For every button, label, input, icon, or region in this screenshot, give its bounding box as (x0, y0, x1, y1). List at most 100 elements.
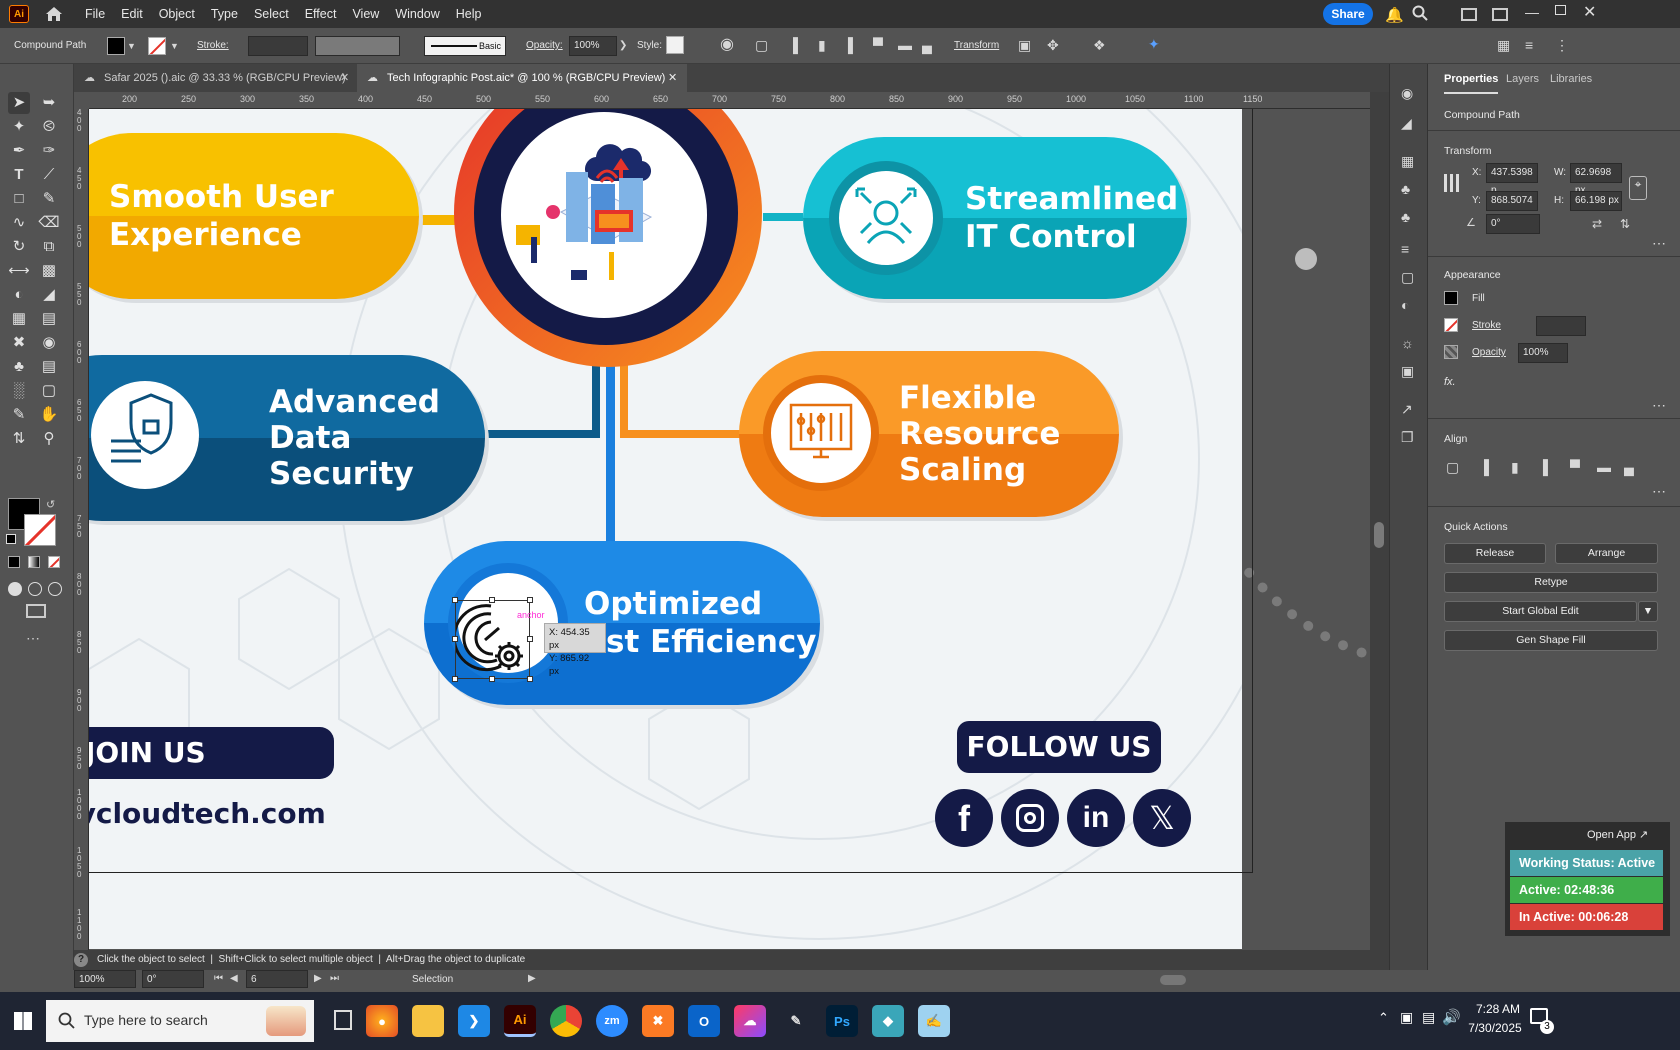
brushes-panel-icon[interactable]: ▦ (1401, 154, 1414, 168)
edit-toolbar-icon[interactable]: ⋯ (26, 630, 40, 647)
align-left-icon[interactable]: ▌ (1484, 460, 1494, 474)
swap-colors-icon[interactable]: ↺ (46, 498, 55, 511)
symbols-panel-icon[interactable]: ♣ (1401, 182, 1410, 196)
outlook-icon[interactable]: O (688, 1005, 720, 1037)
show-hidden-icons[interactable]: ⌃ (1378, 1010, 1389, 1026)
gradient-panel-icon[interactable]: ▢ (1401, 270, 1414, 284)
home-icon[interactable] (45, 6, 63, 22)
workspace-icon[interactable] (1461, 8, 1477, 21)
pen-tool-icon[interactable]: ✎ (780, 1005, 812, 1037)
shaper-tool-icon[interactable]: ∿ (8, 212, 30, 234)
puppet-warp-icon[interactable]: ✥ (1047, 38, 1059, 52)
color-panel-icon[interactable]: ◉ (1401, 86, 1413, 100)
more-options-icon[interactable]: ⋯ (1652, 236, 1666, 250)
style-swatch[interactable] (666, 36, 684, 54)
next-artboard-icon[interactable]: ▶ (314, 972, 322, 986)
speaker-icon[interactable]: 🔊 (1442, 1008, 1461, 1026)
creative-cloud-icon[interactable]: ☁ (734, 1005, 766, 1037)
artboards-panel-icon[interactable]: ❐ (1401, 430, 1414, 444)
xampp-icon[interactable]: ✖ (642, 1005, 674, 1037)
chevron-down-icon[interactable]: ▼ (127, 39, 136, 53)
horizontal-scroll-thumb[interactable] (1160, 975, 1186, 985)
rotate-tool-icon[interactable]: ↻ (8, 236, 30, 258)
release-button[interactable]: Release (1444, 543, 1546, 564)
fill-swatch[interactable] (1444, 291, 1458, 305)
more-options-icon[interactable]: ⋯ (1652, 398, 1666, 412)
tab-layers[interactable]: Layers (1506, 64, 1539, 94)
windows-start-icon[interactable] (14, 1012, 32, 1030)
flip-vertical-icon[interactable]: ⇅ (1620, 217, 1630, 231)
tab-close-icon[interactable]: ✕ (668, 64, 677, 92)
constrain-proportions-icon[interactable]: ⌖ (1629, 176, 1647, 200)
align-bottom-icon[interactable]: ▄ (1624, 460, 1634, 474)
status-menu-icon[interactable]: ▶ (528, 972, 536, 986)
menu-file[interactable]: File (77, 0, 113, 28)
bell-icon[interactable]: 🔔 (1385, 6, 1404, 24)
default-colors-icon[interactable] (6, 534, 16, 544)
column-graph-icon[interactable]: ▤ (38, 356, 60, 378)
prev-artboard-icon[interactable]: ◀ (230, 972, 238, 986)
eyedropper-tool-icon[interactable]: ✖ (8, 332, 30, 354)
flip-horizontal-icon[interactable]: ⇄ (1592, 217, 1602, 231)
pen-tool-icon[interactable]: ✒ (8, 140, 30, 162)
tab-safar-2025[interactable]: ☁ Safar 2025 ().aic @ 33.33 % (RGB/CPU P… (74, 64, 357, 92)
type-tool-icon[interactable]: T (8, 164, 30, 186)
mesh-tool-icon[interactable]: ▦ (8, 308, 30, 330)
illustrator-icon[interactable]: Ai (504, 1005, 536, 1037)
graph-tool-icon[interactable]: ░ (8, 380, 30, 402)
free-transform-icon[interactable]: ▩ (38, 260, 60, 282)
stroke-weight-field[interactable] (1536, 316, 1586, 336)
close-icon[interactable]: ✕ (1583, 2, 1596, 22)
vertical-scrollbar[interactable] (1370, 92, 1389, 970)
tab-close-icon[interactable]: ✕ (340, 64, 349, 92)
tab-libraries[interactable]: Libraries (1550, 64, 1592, 94)
menu-help[interactable]: Help (448, 0, 490, 28)
variable-width-field[interactable] (315, 36, 400, 56)
canvas[interactable]: Smooth User Experience Streamlined IT Co… (89, 109, 1370, 970)
scale-tool-icon[interactable]: ⧉ (38, 236, 60, 258)
draw-behind-icon[interactable] (28, 582, 42, 596)
curvature-tool-icon[interactable]: ✑ (38, 140, 60, 162)
stroke-panel-icon[interactable]: ≡ (1401, 242, 1409, 256)
blend-tool-icon[interactable]: ◉ (38, 332, 60, 354)
help-icon[interactable]: ? (74, 953, 88, 967)
last-artboard-icon[interactable]: ⏭ (330, 972, 339, 986)
y-field[interactable]: 868.5074 p (1486, 191, 1538, 224)
isolate-icon[interactable]: ▣ (1018, 38, 1031, 52)
zoom-tool-icon[interactable]: ⚲ (38, 428, 60, 450)
paintbrush-tool-icon[interactable]: ✎ (38, 188, 60, 210)
opacity-field[interactable]: 100% (1518, 343, 1568, 363)
start-global-edit-button[interactable]: Start Global Edit (1444, 601, 1637, 622)
stroke-swatch[interactable] (1444, 318, 1458, 332)
appearance-panel-icon[interactable]: ☼ (1401, 336, 1414, 350)
global-edit-options-button[interactable]: ▼ (1638, 601, 1658, 622)
w-field[interactable]: 62.9698 px (1570, 163, 1622, 196)
rotation-field[interactable]: 0° (142, 970, 204, 988)
transparency-panel-icon[interactable]: ◐ (1401, 298, 1409, 312)
x-field[interactable]: 437.5398 p (1486, 163, 1538, 196)
direct-selection-tool-icon[interactable]: ➥ (38, 92, 60, 114)
clock-time[interactable]: 7:28 AM (1467, 1002, 1529, 1016)
slice-tool-icon[interactable]: ✎ (8, 404, 30, 426)
more-options-icon[interactable]: ⋯ (1652, 484, 1666, 498)
symbol-sprayer-icon[interactable]: ♣ (8, 356, 30, 378)
rectangle-tool-icon[interactable]: □ (8, 188, 30, 210)
graphic-styles-icon[interactable]: ♣ (1401, 210, 1410, 224)
h-field[interactable]: 66.198 px (1570, 191, 1622, 211)
maximize-icon[interactable] (1555, 5, 1566, 15)
menu-edit[interactable]: Edit (113, 0, 151, 28)
gen-ai-icon[interactable]: ✦ (1148, 37, 1160, 51)
align-left-icon[interactable]: ▌ (793, 38, 803, 52)
lasso-tool-icon[interactable]: ⧀ (38, 116, 60, 138)
open-app-link[interactable]: Open App ↗ (1587, 828, 1648, 841)
transform-link[interactable]: Transform (954, 40, 999, 51)
align-to-selection-icon[interactable]: ▢ (1446, 460, 1459, 474)
gradient-mode-icon[interactable] (28, 556, 40, 568)
search-icon[interactable] (1412, 5, 1428, 24)
align-middle-icon[interactable]: ▬ (898, 38, 912, 52)
vscode-icon[interactable]: ❯ (458, 1005, 490, 1037)
gradient-tool-icon[interactable]: ▤ (38, 308, 60, 330)
gen-shape-fill-button[interactable]: Gen Shape Fill (1444, 630, 1658, 651)
width-tool-icon[interactable]: ⟷ (8, 260, 30, 282)
export-panel-icon[interactable]: ↗ (1401, 402, 1413, 416)
